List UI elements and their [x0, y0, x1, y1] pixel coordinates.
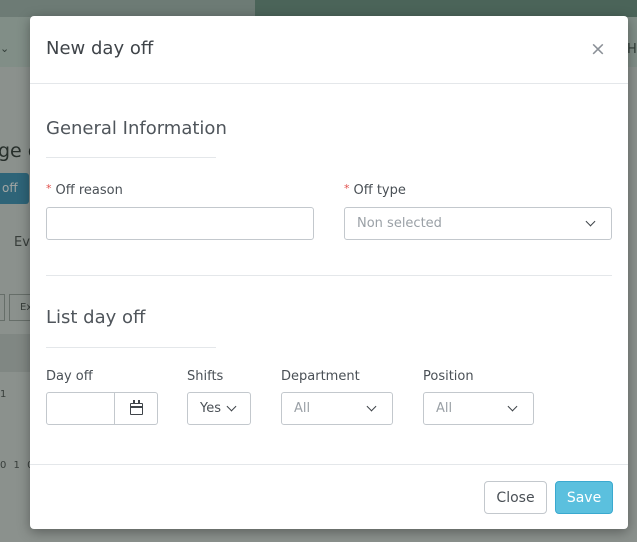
shifts-label: Shifts: [187, 369, 224, 384]
close-button[interactable]: Close: [484, 481, 547, 514]
new-day-off-modal: New day off × General Information * Off r…: [30, 16, 628, 529]
day-off-date-input[interactable]: [46, 392, 158, 425]
off-type-selected: Non selected: [357, 216, 442, 231]
save-button[interactable]: Save: [555, 481, 613, 514]
position-selected: All: [436, 401, 453, 416]
off-reason-label: * Off reason: [46, 182, 123, 198]
chevron-down-icon: [585, 216, 596, 227]
position-label: Position: [423, 369, 474, 384]
section-underline: [46, 347, 216, 348]
required-mark: *: [46, 182, 52, 195]
department-label: Department: [281, 369, 360, 384]
section-underline: [46, 157, 216, 158]
section-divider: [46, 275, 612, 276]
shifts-select[interactable]: Yes: [187, 392, 251, 425]
modal-title: New day off: [46, 38, 154, 59]
date-picker-button[interactable]: [114, 392, 158, 425]
off-reason-input[interactable]: [46, 207, 314, 240]
department-selected: All: [294, 401, 311, 416]
position-select[interactable]: All: [423, 392, 534, 425]
chevron-down-icon: [366, 401, 377, 412]
list-day-off-heading: List day off: [46, 307, 146, 328]
chevron-down-icon: [226, 401, 237, 412]
close-icon[interactable]: ×: [588, 38, 608, 60]
general-information-heading: General Information: [46, 118, 227, 139]
chevron-down-icon: [507, 401, 518, 412]
off-type-select[interactable]: Non selected: [344, 207, 612, 240]
off-type-label: * Off type: [344, 182, 406, 198]
required-mark: *: [344, 182, 350, 195]
department-select[interactable]: All: [281, 392, 393, 425]
calendar-icon: [130, 400, 143, 415]
modal-header: New day off ×: [30, 16, 628, 84]
shifts-selected: Yes: [200, 401, 221, 416]
day-off-label: Day off: [46, 369, 93, 384]
modal-footer: Close Save: [30, 464, 628, 529]
off-type-label-text: Off type: [353, 183, 406, 198]
off-reason-label-text: Off reason: [55, 183, 123, 198]
